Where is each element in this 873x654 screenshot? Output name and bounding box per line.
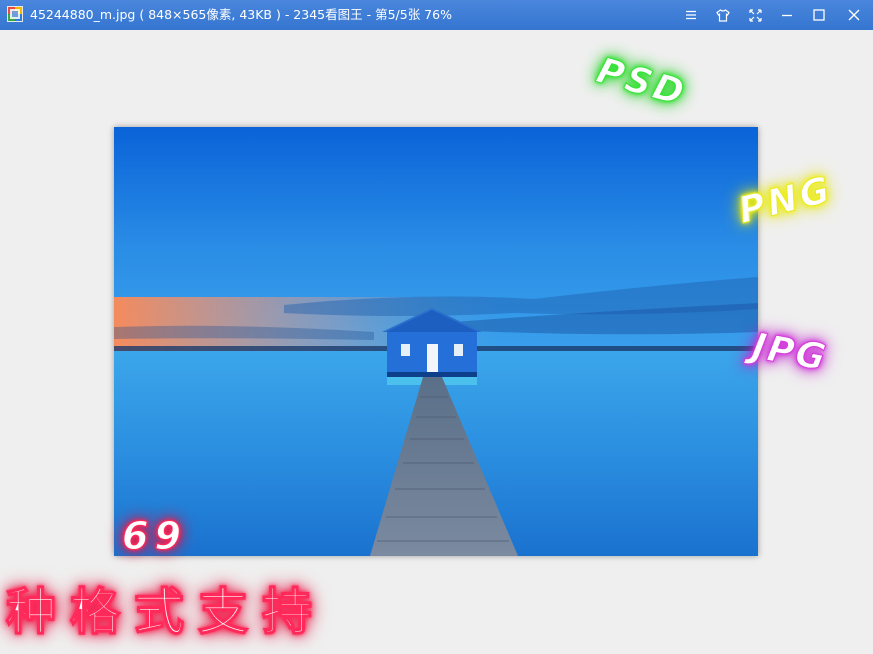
menu-icon: [685, 10, 697, 20]
window-title: 45244880_m.jpg ( 848×565像素, 43KB ) - 234…: [30, 7, 452, 22]
menu-button[interactable]: [675, 0, 707, 30]
format-count-label: 69: [122, 514, 187, 559]
format-support-label: 种格式支持: [5, 582, 326, 642]
maximize-icon: [813, 9, 825, 21]
expand-icon: [748, 8, 762, 22]
close-button[interactable]: [838, 0, 870, 30]
fullscreen-button[interactable]: [739, 0, 771, 30]
minimize-button[interactable]: [771, 0, 803, 30]
displayed-image[interactable]: [114, 127, 758, 556]
title-bar[interactable]: 45244880_m.jpg ( 848×565像素, 43KB ) - 234…: [0, 0, 873, 30]
close-icon: [848, 9, 860, 21]
skin-button[interactable]: [707, 0, 739, 30]
shirt-icon: [716, 8, 730, 22]
minimize-icon: [781, 9, 793, 21]
maximize-button[interactable]: [803, 0, 835, 30]
app-logo-icon: [7, 6, 23, 22]
boathouse-photo: [114, 127, 758, 556]
